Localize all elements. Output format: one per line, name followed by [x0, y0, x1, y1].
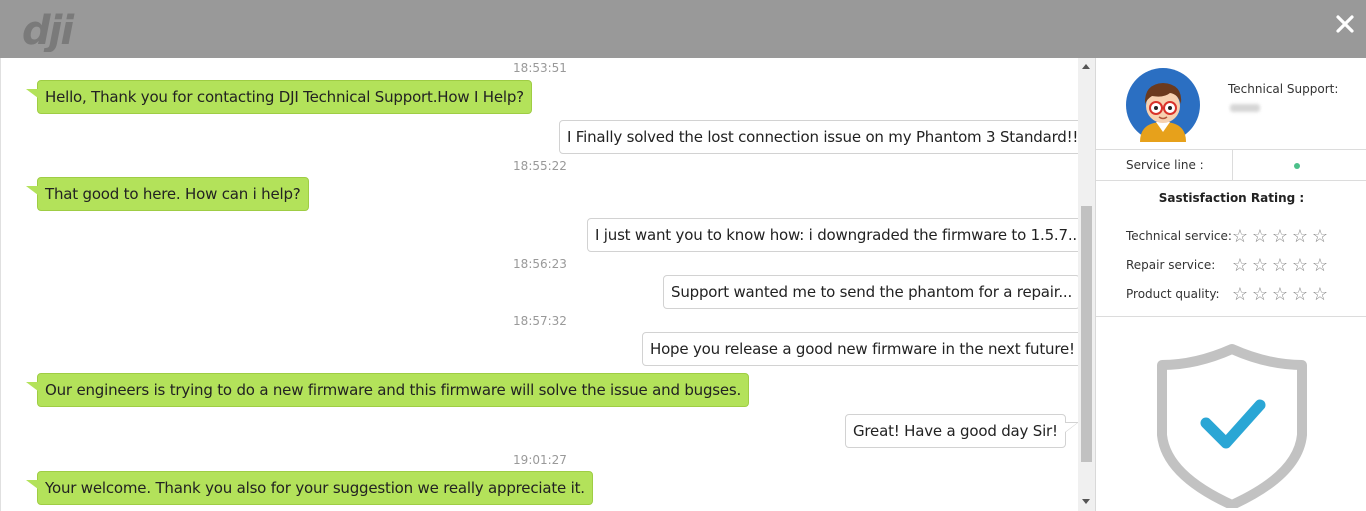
star-icon[interactable]: ☆	[1310, 227, 1330, 245]
scroll-down-arrow-icon[interactable]	[1082, 499, 1090, 504]
scroll-thumb[interactable]	[1081, 206, 1092, 462]
star-icon[interactable]: ☆	[1270, 227, 1290, 245]
service-line-label: Service line :	[1126, 158, 1204, 172]
user-message: Support wanted me to send the phantom fo…	[663, 275, 1078, 309]
star-rating-technical[interactable]: ☆ ☆ ☆ ☆ ☆	[1230, 227, 1330, 247]
rating-label: Technical service:	[1126, 229, 1232, 243]
star-icon[interactable]: ☆	[1250, 285, 1270, 303]
timestamp: 19:01:27	[513, 453, 567, 467]
logo-text: dji	[22, 8, 75, 52]
star-rating-repair[interactable]: ☆ ☆ ☆ ☆ ☆	[1230, 256, 1330, 276]
chat-history[interactable]: 18:53:51 Hello, Thank you for contacting…	[0, 58, 1078, 511]
star-icon[interactable]: ☆	[1270, 256, 1290, 274]
star-icon[interactable]: ☆	[1290, 285, 1310, 303]
dji-logo: dji	[22, 8, 77, 52]
service-status-dot	[1294, 163, 1300, 169]
timestamp: 18:57:32	[513, 314, 567, 328]
shield-check-icon	[1157, 344, 1307, 508]
rating-label: Repair service:	[1126, 258, 1216, 272]
rating-title: Sastisfaction Rating :	[1158, 191, 1305, 205]
timestamp: 18:56:23	[513, 257, 567, 271]
close-icon[interactable]	[1334, 13, 1356, 35]
star-icon[interactable]: ☆	[1230, 227, 1250, 245]
timestamp: 18:55:22	[513, 159, 567, 173]
agent-message: That good to here. How can i help?	[26, 177, 309, 211]
star-icon[interactable]: ☆	[1290, 227, 1310, 245]
timestamp: 18:53:51	[513, 61, 567, 75]
support-chat-window: dji 18:53:51 Hello, Thank you for contac…	[0, 0, 1366, 511]
star-icon[interactable]: ☆	[1290, 256, 1310, 274]
agent-message: Our engineers is trying to do a new firm…	[25, 373, 750, 407]
star-icon[interactable]: ☆	[1270, 285, 1290, 303]
star-icon[interactable]: ☆	[1230, 285, 1250, 303]
support-avatar	[1126, 68, 1200, 142]
rating-label: Product quality:	[1126, 287, 1220, 301]
user-message: I just want you to know how: i downgrade…	[587, 218, 1078, 252]
scroll-up-arrow-icon[interactable]	[1082, 64, 1090, 69]
support-agent-label: Technical Support:	[1228, 82, 1339, 96]
star-icon[interactable]: ☆	[1250, 256, 1270, 274]
agent-message: Your welcome. Thank you also for your su…	[26, 471, 593, 505]
star-icon[interactable]: ☆	[1310, 256, 1330, 274]
star-rating-product[interactable]: ☆ ☆ ☆ ☆ ☆	[1230, 285, 1330, 305]
divider	[1096, 180, 1366, 181]
star-icon[interactable]: ☆	[1230, 256, 1250, 274]
user-message: Hope you release a good new firmware in …	[642, 332, 1078, 366]
star-icon[interactable]: ☆	[1310, 285, 1330, 303]
divider	[1096, 316, 1366, 317]
user-message: Great! Have a good day Sir!	[845, 414, 1078, 448]
agent-message: Hello, Thank you for contacting DJI Tech…	[26, 80, 532, 114]
support-info-panel: Technical Support: Service line : Sastis…	[1095, 58, 1366, 511]
divider	[1232, 150, 1233, 180]
chat-scrollbar[interactable]	[1078, 58, 1095, 511]
star-icon[interactable]: ☆	[1250, 227, 1270, 245]
user-message: I Finally solved the lost connection iss…	[559, 120, 1078, 154]
support-agent-name-blurred	[1230, 104, 1260, 112]
title-bar: dji	[0, 0, 1366, 58]
divider	[1096, 149, 1366, 150]
